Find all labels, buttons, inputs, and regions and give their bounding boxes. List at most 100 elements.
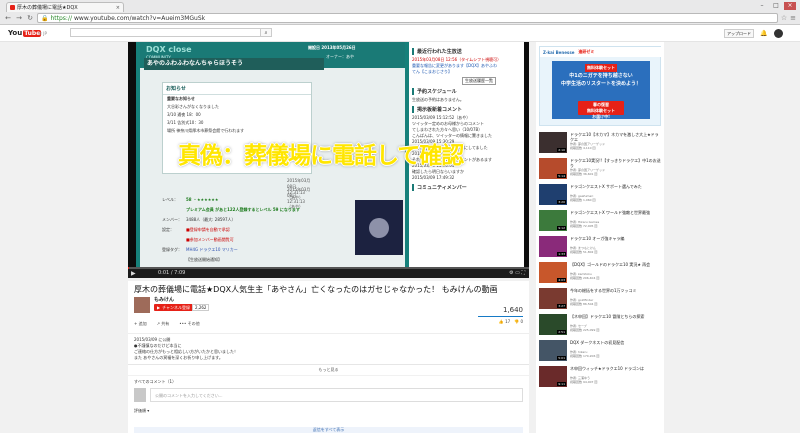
forward-arrow-icon[interactable]: → — [15, 14, 23, 22]
related-video-title[interactable]: ドラクエ10 オーガ強キャラ編 — [570, 236, 662, 246]
window-controls: – □ × — [756, 2, 796, 10]
related-video-text: ドラクエ10【ネカマ】ネカマを激しさ大上★ドラクエ 作者: 夢の国アリーゲッド 視聴… — [570, 132, 662, 150]
dislike-button[interactable]: 👎 0 — [514, 319, 523, 324]
panel-section-heading: コミュニティメンバー — [412, 184, 521, 191]
related-video-text: 【ネ申回】ドラクエ10 冒険とちらの探索 作者: セーブ 視聴回数 225,099 … — [570, 314, 662, 332]
search-input[interactable] — [70, 28, 270, 37]
player-settings-icons[interactable]: ⚙ ▭ ⛶ — [509, 270, 525, 276]
related-video-title[interactable]: ドラクエ10実況!!【すっきりドラクエ】中1のお送り — [570, 158, 662, 168]
related-video-item[interactable]: 1:33 ドラクエ10 オーガ強キャラ編 作者: まつもとけん 視聴回数 51,802… — [539, 236, 663, 260]
profile-row: プレミアム会員 があと122人登録するとレベル 59 になります — [162, 207, 382, 213]
view-replies-link[interactable]: 返信をすべて表示 — [134, 427, 523, 433]
profile-value: ■登録申請を自動で承認 — [186, 227, 230, 232]
ad-brand-secondary: 進研ゼミ — [578, 49, 595, 54]
logo-region: JP — [43, 30, 47, 36]
live-subtitle: てん【こまおじさり】 — [412, 69, 452, 74]
related-video-thumbnail[interactable]: 2:51 — [539, 314, 567, 335]
related-video-title[interactable]: ドラクエ10【ネカマ】ネカマを激しさ大上★ドラクエ — [570, 132, 662, 142]
related-video-views: 視聴回数 4,110 回 — [570, 146, 596, 150]
related-video-title[interactable]: ドラゴンクエストX サポート選んでみた — [570, 184, 662, 194]
play-icon[interactable]: ▶ — [131, 270, 136, 277]
minimize-button[interactable]: – — [756, 2, 768, 10]
ad-cta-button[interactable]: 春の復習 無料体験セット お届け中! — [578, 101, 624, 119]
related-video-title[interactable]: DQX ダークネストの初見配信 — [570, 340, 662, 350]
related-video-text: ドラゴンクエストX サポート選んでみた 作者: gaafumari 視聴回数 1,0… — [570, 184, 662, 202]
upload-button[interactable]: アップロード — [724, 29, 754, 38]
related-video-title[interactable]: ドラゴンクエストX ワールド強敵と世界最強 — [570, 210, 662, 220]
profile-value: ■参加メンバー動画閲覧可 — [186, 237, 234, 242]
browser-chrome: 厚木の葬儀場に電話★DQX × – □ × ← → ↻ 🔒 https://ww… — [0, 0, 800, 25]
related-video-thumbnail[interactable]: 3:27 — [539, 288, 567, 309]
community-date: 開設日 2013年05月26日 — [308, 45, 356, 50]
tab-close-icon[interactable]: × — [116, 5, 120, 11]
share-button[interactable]: ↗ 共有 — [157, 321, 170, 327]
related-video-thumbnail[interactable]: 2:10 — [539, 132, 567, 153]
live-history-button: 生放送履歴一覧 — [462, 77, 496, 85]
maximize-button[interactable]: □ — [770, 2, 782, 10]
like-button[interactable]: 👍 17 — [499, 319, 510, 324]
bookmark-star-icon[interactable]: ☆ — [781, 14, 787, 22]
related-video-thumbnail[interactable]: 3:20 — [539, 184, 567, 205]
related-video-title[interactable]: ネ申回ウィッチ★ドラクエ10 ドラゴンは — [570, 366, 662, 376]
related-video-item[interactable]: 9:12 ドラゴンクエストX ワールド強敵と世界最強 作者: Hikaru Game… — [539, 210, 663, 234]
address-bar[interactable]: 🔒 https://www.youtube.com/watch?v=Aueim3… — [37, 13, 778, 23]
related-video-thumbnail[interactable]: 5:01 — [539, 340, 567, 361]
profile-value: プレミアム会員 があと122人登録するとレベル 59 になります — [186, 207, 300, 212]
description-line: また あやさんの冥福を深くお祈り申し上げます。 — [134, 355, 223, 360]
related-video-views: 視聴回数 51,802 回 — [570, 250, 598, 254]
user-avatar[interactable] — [774, 29, 783, 38]
notice-line: 場所 神奈川県厚木市葬祭会館で行われます — [167, 128, 245, 133]
related-video-thumbnail[interactable]: 1:33 — [539, 236, 567, 257]
back-arrow-icon[interactable]: ← — [4, 14, 12, 22]
close-window-button[interactable]: × — [784, 2, 796, 10]
youtube-favicon-icon — [10, 5, 15, 10]
show-more-button[interactable]: もっと見る — [128, 364, 529, 373]
related-video-text: ドラクエ10実況!!【すっきりドラクエ】中1のお送り 作者: 夢の国アリーゲッド視… — [570, 158, 662, 176]
tab-title: 厚木の葬儀場に電話★DQX — [17, 5, 78, 11]
player-controls: ▶ 0:01 / 7:09 ⚙ ▭ ⛶ — [128, 267, 529, 278]
community-owner: オーナー：あや — [326, 54, 354, 59]
reload-icon[interactable]: ↻ — [26, 14, 34, 22]
video-duration: 1:33 — [557, 252, 566, 256]
browser-tab[interactable]: 厚木の葬儀場に電話★DQX × — [6, 2, 124, 12]
more-button[interactable]: ••• その他 — [179, 321, 199, 327]
subscribe-label: チャンネル登録 — [162, 305, 190, 310]
related-video-thumbnail[interactable]: 9:11 — [539, 366, 567, 387]
comment-sort-dropdown[interactable]: 評価順 ▾ — [134, 408, 149, 414]
search-button[interactable]: ⌕ — [260, 28, 272, 37]
related-video-item[interactable]: 5:14 ドラクエ10実況!!【すっきりドラクエ】中1のお送り 作者: 夢の国アリー… — [539, 158, 663, 182]
profile-key: 設定： — [162, 227, 174, 232]
ad-headline: 中1のニガテを持ち越さない 中学生活のリスタートを決めよう！ — [560, 73, 641, 87]
video-duration: 3:27 — [557, 304, 566, 308]
ad-banner[interactable]: Z-kai Benesse 進研ゼミ 無料体験セット 中1のニガテを持ち越さない… — [539, 46, 662, 126]
related-video-thumbnail[interactable]: 4:03 — [539, 262, 567, 283]
related-video-item[interactable]: 5:01 DQX ダークネストの初見配信 作者: hikaru 視聴回数 170,20… — [539, 340, 663, 364]
channel-name[interactable]: もみけん — [154, 296, 174, 303]
board-comment: 2015/03/09 17:49:32 — [412, 175, 455, 180]
related-video-views: 視聴回数 1,060 回 — [570, 198, 596, 202]
notification-bell-icon[interactable]: 🔔 — [760, 30, 767, 37]
channel-avatar[interactable] — [134, 297, 150, 313]
add-to-button[interactable]: + 追加 — [134, 321, 147, 327]
related-video-item[interactable]: 9:11 ネ申回ウィッチ★ドラクエ10 ドラゴンは 作者: 三浦ゆう 視聴回数 94,… — [539, 366, 663, 390]
youtube-header: You Tube JP ≡ ⌕ アップロード 🔔 — [0, 25, 800, 42]
related-video-thumbnail[interactable]: 5:14 — [539, 158, 567, 179]
related-video-item[interactable]: 3:20 ドラゴンクエストX サポート選んでみた 作者: gaafumari 視聴回数… — [539, 184, 663, 208]
related-video-title[interactable]: 【ネ申回】ドラクエ10 冒険とちらの探索 — [570, 314, 662, 324]
related-video-title[interactable]: 今年の総括をする世界の1万ツッコミ — [570, 288, 662, 298]
browser-menu-icon[interactable]: ≡ — [790, 14, 796, 22]
profile-key — [162, 237, 186, 243]
related-video-thumbnail[interactable]: 9:12 — [539, 210, 567, 231]
progress-fill — [128, 267, 129, 269]
related-video-item[interactable]: 2:10 ドラクエ10【ネカマ】ネカマを激しさ大上★ドラクエ 作者: 夢の国アリーゲ… — [539, 132, 663, 156]
related-video-item[interactable]: 2:51 【ネ申回】ドラクエ10 冒険とちらの探索 作者: セーブ 視聴回数 225,… — [539, 314, 663, 338]
guide-menu-icon[interactable]: ≡ — [38, 31, 42, 37]
comment-input[interactable]: 公開のコメントを入力してください... — [150, 388, 523, 402]
view-count: 1,640 — [502, 306, 523, 314]
related-video-item[interactable]: 4:03 【DQX】ゴールドのドラクエ10 実況★ 再会 作者: kamitoku 視… — [539, 262, 663, 286]
progress-bar[interactable] — [128, 267, 529, 269]
related-video-item[interactable]: 3:27 今年の総括をする世界の1万ツッコミ 作者: goldfinder 視聴回数 … — [539, 288, 663, 312]
subscribe-button[interactable]: ▶ チャンネル登録 — [154, 304, 193, 311]
related-video-title[interactable]: 【DQX】ゴールドのドラクエ10 実況★ 再会 — [570, 262, 662, 272]
related-videos: 2:10 ドラクエ10【ネカマ】ネカマを激しさ大上★ドラクエ 作者: 夢の国アリーゲ… — [539, 132, 663, 392]
